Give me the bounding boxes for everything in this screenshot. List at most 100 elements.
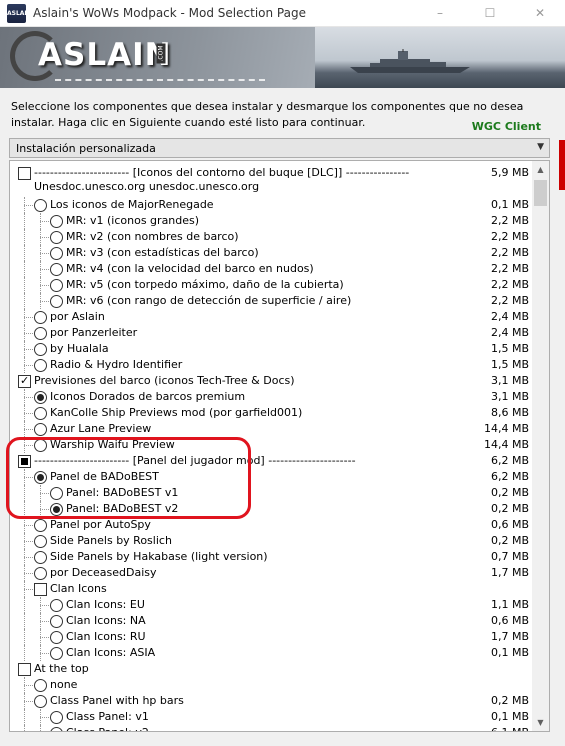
item-label: Clan Icons: ASIA bbox=[66, 646, 156, 659]
radio-button[interactable] bbox=[50, 247, 63, 260]
install-type-select[interactable]: Instalación personalizada ▼ bbox=[9, 138, 550, 158]
checkbox[interactable] bbox=[18, 167, 31, 180]
radio-button[interactable] bbox=[34, 327, 47, 340]
radio-button[interactable] bbox=[34, 199, 47, 212]
list-item[interactable]: Class Panel: v1 0,1 MB bbox=[10, 709, 530, 725]
item-size: 1,7 MB bbox=[490, 566, 529, 579]
list-item[interactable]: Previsiones del barco (iconos Tech-Tree … bbox=[10, 373, 530, 389]
checkbox[interactable] bbox=[18, 373, 31, 389]
radio-button[interactable] bbox=[34, 535, 47, 548]
list-item[interactable]: Side Panels by Roslich 0,2 MB bbox=[10, 533, 530, 549]
list-item[interactable]: KanColle Ship Previews mod (por garfield… bbox=[10, 405, 530, 421]
list-item[interactable]: Clan Icons: NA 0,6 MB bbox=[10, 613, 530, 629]
list-item[interactable]: ------------------------ [Iconos del con… bbox=[10, 165, 530, 197]
vertical-scrollbar[interactable]: ▲ ▼ bbox=[532, 161, 549, 731]
list-item[interactable]: Los iconos de MajorRenegade 0,1 MB bbox=[10, 197, 530, 213]
list-item[interactable]: Clan Icons bbox=[10, 581, 530, 597]
tree-connector bbox=[40, 717, 49, 718]
radio-button[interactable] bbox=[50, 263, 63, 276]
app-icon: ASLAIN bbox=[7, 4, 32, 23]
radio-button[interactable] bbox=[50, 647, 63, 660]
tree-connector bbox=[40, 301, 49, 302]
radio-button[interactable] bbox=[34, 407, 47, 420]
maximize-button[interactable]: ☐ bbox=[475, 3, 505, 23]
radio-button[interactable] bbox=[50, 231, 63, 244]
tree-connector bbox=[24, 645, 25, 661]
list-item[interactable]: por Aslain 2,4 MB bbox=[10, 309, 530, 325]
tree-connector bbox=[24, 349, 33, 350]
list-item[interactable]: none bbox=[10, 677, 530, 693]
radio-button[interactable] bbox=[34, 391, 47, 404]
list-item[interactable]: Class Panel: v2 6,1 MB bbox=[10, 725, 530, 731]
tree-connector bbox=[40, 213, 41, 229]
list-item[interactable]: Class Panel with hp bars 0,2 MB bbox=[10, 693, 530, 709]
radio-button[interactable] bbox=[50, 279, 63, 292]
tree-connector bbox=[40, 253, 49, 254]
item-size: 5,9 MB bbox=[490, 166, 529, 179]
tree-connector bbox=[24, 333, 33, 334]
item-size: 2,2 MB bbox=[490, 294, 529, 307]
scroll-up-icon[interactable]: ▲ bbox=[532, 161, 549, 178]
list-item[interactable]: Radio & Hydro Identifier 1,5 MB bbox=[10, 357, 530, 373]
radio-button[interactable] bbox=[50, 295, 63, 308]
scroll-down-icon[interactable]: ▼ bbox=[532, 714, 549, 731]
item-size: 8,6 MB bbox=[490, 406, 529, 419]
list-item[interactable]: by Hualala 1,5 MB bbox=[10, 341, 530, 357]
list-item[interactable]: por Panzerleiter 2,4 MB bbox=[10, 325, 530, 341]
list-item[interactable]: Clan Icons: EU 1,1 MB bbox=[10, 597, 530, 613]
checkbox[interactable] bbox=[34, 583, 47, 596]
list-item[interactable]: por DeceasedDaisy 1,7 MB bbox=[10, 565, 530, 581]
radio-button[interactable] bbox=[34, 551, 47, 564]
list-item[interactable]: At the top bbox=[10, 661, 530, 677]
list-item[interactable]: Side Panels by Hakabase (light version) 0… bbox=[10, 549, 530, 565]
tree-connector bbox=[40, 597, 41, 613]
list-item[interactable]: Iconos Dorados de barcos premium 3,1 MB bbox=[10, 389, 530, 405]
item-label: none bbox=[50, 678, 78, 691]
radio-button[interactable] bbox=[34, 343, 47, 356]
list-item[interactable]: MR: v6 (con rango de detección de superf… bbox=[10, 293, 530, 309]
tree-connector bbox=[40, 293, 41, 309]
list-item[interactable]: MR: v4 (con la velocidad del barco en nu… bbox=[10, 261, 530, 277]
tree-connector bbox=[24, 293, 25, 309]
tree-connector bbox=[24, 365, 33, 366]
list-item[interactable]: Clan Icons: RU 1,7 MB bbox=[10, 629, 530, 645]
radio-button[interactable] bbox=[34, 423, 47, 436]
radio-button[interactable] bbox=[50, 615, 63, 628]
tree-connector bbox=[40, 709, 41, 725]
list-item[interactable]: Clan Icons: ASIA 0,1 MB bbox=[10, 645, 530, 661]
radio-button[interactable] bbox=[50, 727, 63, 731]
header-banner: ASLAIN .COM bbox=[0, 27, 565, 88]
list-item[interactable]: Panel por AutoSpy 0,6 MB bbox=[10, 517, 530, 533]
radio-button[interactable] bbox=[50, 215, 63, 228]
tree-connector bbox=[24, 517, 25, 533]
radio-button[interactable] bbox=[34, 679, 47, 692]
chevron-down-icon[interactable]: ▼ bbox=[537, 142, 544, 152]
list-item[interactable]: MR: v5 (con torpedo máximo, daño de la c… bbox=[10, 277, 530, 293]
tree-connector bbox=[24, 317, 33, 318]
list-item[interactable]: MR: v2 (con nombres de barco) 2,2 MB bbox=[10, 229, 530, 245]
client-label: WGC Client bbox=[471, 120, 541, 133]
tree-connector bbox=[40, 637, 49, 638]
scrollbar-thumb[interactable] bbox=[534, 180, 547, 206]
radio-button[interactable] bbox=[34, 695, 47, 708]
minimize-button[interactable]: – bbox=[425, 3, 455, 23]
radio-button[interactable] bbox=[34, 519, 47, 532]
radio-button[interactable] bbox=[50, 711, 63, 724]
close-button[interactable]: ✕ bbox=[525, 3, 555, 23]
tree-connector bbox=[24, 549, 25, 565]
tree-connector bbox=[24, 613, 25, 629]
item-label: por Panzerleiter bbox=[50, 326, 138, 339]
tree-connector bbox=[40, 645, 41, 661]
radio-button[interactable] bbox=[50, 599, 63, 612]
radio-button[interactable] bbox=[34, 311, 47, 324]
tree-connector bbox=[40, 261, 41, 277]
radio-button[interactable] bbox=[34, 359, 47, 372]
radio-button[interactable] bbox=[50, 631, 63, 644]
list-item[interactable]: Azur Lane Preview 14,4 MB bbox=[10, 421, 530, 437]
checkbox[interactable] bbox=[18, 663, 31, 676]
list-item[interactable]: MR: v3 (con estadísticas del barco) 2,2 M… bbox=[10, 245, 530, 261]
radio-button[interactable] bbox=[34, 567, 47, 580]
list-item[interactable]: MR: v1 (iconos grandes) 2,2 MB bbox=[10, 213, 530, 229]
item-size: 1,5 MB bbox=[490, 358, 529, 371]
item-label: Class Panel: v2 bbox=[66, 725, 149, 731]
